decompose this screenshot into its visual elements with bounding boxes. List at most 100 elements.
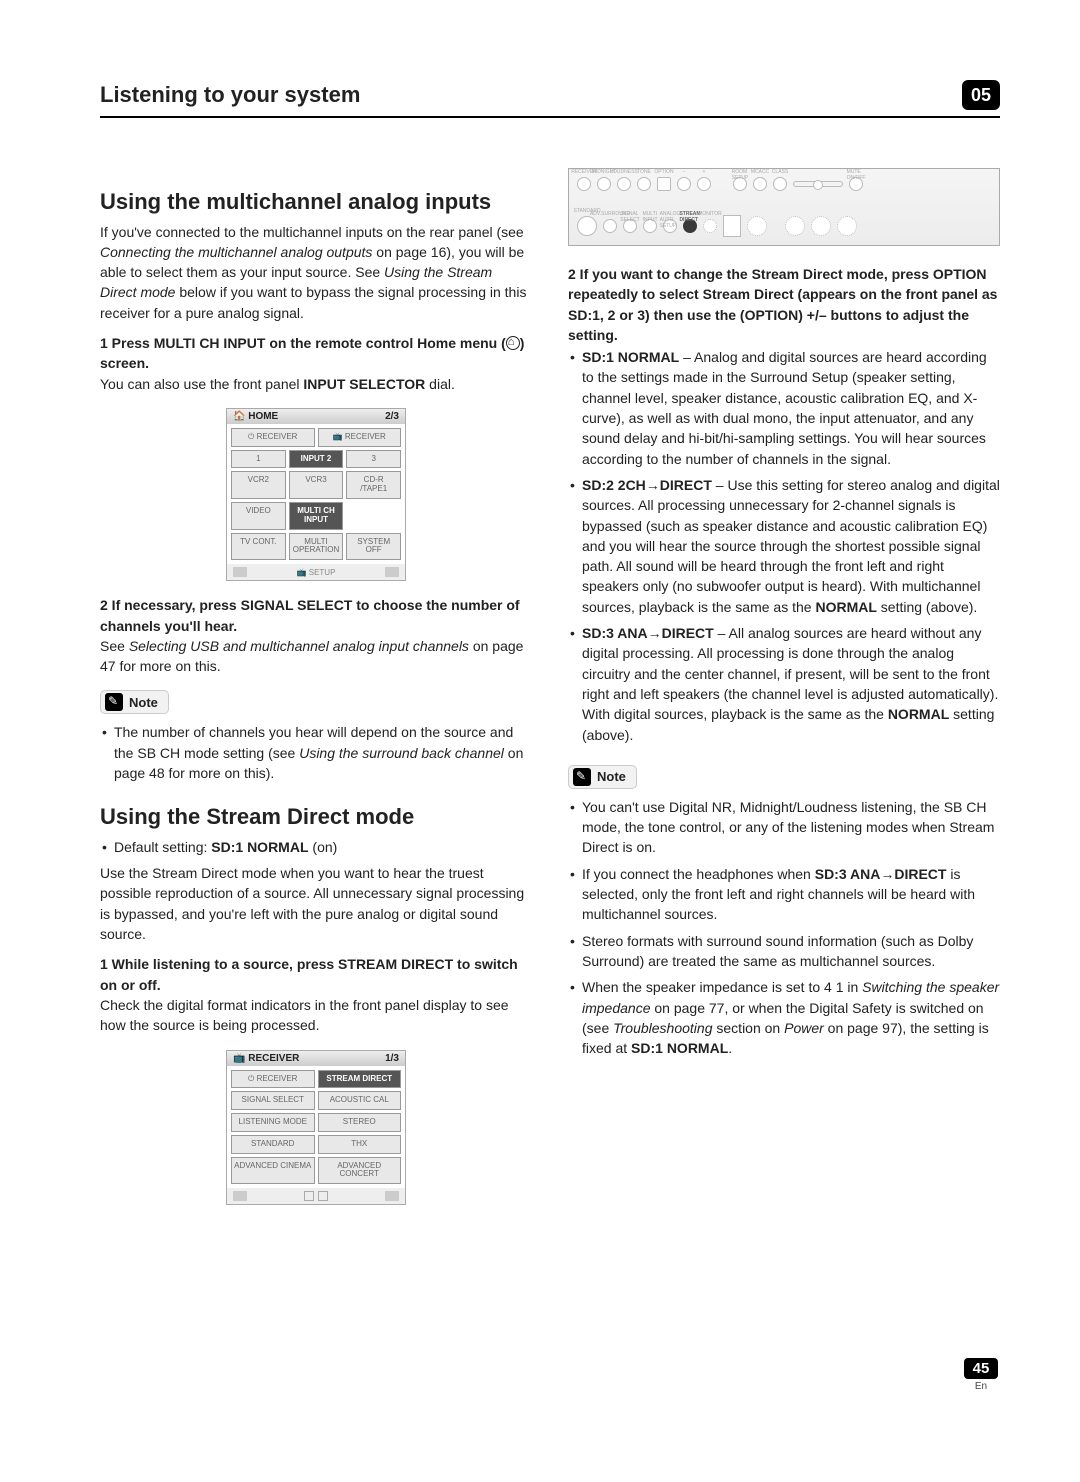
panel-button xyxy=(637,177,651,191)
text: dial. xyxy=(425,376,455,392)
chapter-header: Listening to your system 05 xyxy=(100,80,1000,110)
mode-name: SD:1 NORMAL xyxy=(631,1040,728,1056)
panel-label: LOUDNESS xyxy=(610,169,638,175)
panel-label: ANALOG AUTO SETUP xyxy=(660,211,681,229)
panel-knob xyxy=(577,216,597,236)
text: setting (above). xyxy=(877,599,977,615)
text: If you've connected to the multichannel … xyxy=(100,224,524,240)
default-setting: Default setting: SD:1 NORMAL (on) xyxy=(100,837,532,857)
cross-ref: Troubleshooting xyxy=(613,1020,712,1036)
note-list: The number of channels you hear will dep… xyxy=(100,722,532,783)
panel-button xyxy=(697,177,711,191)
figure-titlebar: 📺 RECEIVER 1/3 xyxy=(227,1051,405,1066)
panel-bottom-row: STANDARD ADV.SURROUND SIGNAL SELECT MULT… xyxy=(577,215,991,237)
panel-button xyxy=(773,177,787,191)
page-number-badge: 45 En xyxy=(964,1358,998,1392)
default-setting-list: Default setting: SD:1 NORMAL (on) xyxy=(100,837,532,857)
sd-mode-list: SD:1 NORMAL – Analog and digital sources… xyxy=(568,347,1000,745)
sd2-item: SD:2 2CH→DIRECT – Use this setting for s… xyxy=(568,475,1000,617)
panel-label: + xyxy=(703,169,706,175)
panel-jack xyxy=(785,216,805,236)
menu-cell: ⏻ RECEIVER xyxy=(231,1070,315,1089)
panel-dial-input-selector xyxy=(747,216,767,236)
menu-cell: 1 xyxy=(231,450,286,469)
menu-cell: LISTENING MODE xyxy=(231,1113,315,1132)
step-1-body: You can also use the front panel INPUT S… xyxy=(100,374,532,394)
ui-label: SD:1 NORMAL xyxy=(211,839,308,855)
step-1-heading: 1 Press MULTI CH INPUT on the remote con… xyxy=(100,333,532,374)
figure-page: 2/3 xyxy=(385,411,399,422)
page-locale: En xyxy=(964,1381,998,1392)
step-1-multichannel: 1 Press MULTI CH INPUT on the remote con… xyxy=(100,333,532,394)
panel-button xyxy=(677,177,691,191)
sd1-item: SD:1 NORMAL – Analog and digital sources… xyxy=(568,347,1000,469)
page: Listening to your system 05 Using the mu… xyxy=(0,0,1080,1482)
arrow-left-icon xyxy=(233,567,247,577)
header-rule xyxy=(100,116,1000,118)
front-panel-figure: RECEIVER MIDNIGHT LOUDNESS TONE OPTION −… xyxy=(568,168,1000,246)
mode-name: SD:1 NORMAL xyxy=(582,349,679,365)
text: . xyxy=(728,1040,732,1056)
right-column: RECEIVER MIDNIGHT LOUDNESS TONE OPTION −… xyxy=(568,168,1000,1219)
figure-title: 📺 RECEIVER xyxy=(233,1053,299,1064)
stream-direct-intro: Use the Stream Direct mode when you want… xyxy=(100,863,532,944)
chapter-title: Listening to your system xyxy=(100,82,360,108)
figure-footer: 📺 SETUP xyxy=(227,564,405,580)
text: – Use this setting for stereo analog and… xyxy=(582,477,1000,615)
step-1-stream-direct: 1 While listening to a source, press STR… xyxy=(100,954,532,1035)
note-label: Note xyxy=(129,695,158,710)
panel-label: MULTI INPUT xyxy=(643,211,658,223)
note-item: If you connect the headphones when SD:3 … xyxy=(568,864,1000,925)
menu-cell: MULTI OPERATION xyxy=(289,533,344,561)
menu-cell-multi-ch-input: MULTI CH INPUT xyxy=(289,502,344,530)
panel-label: TONE xyxy=(637,169,651,175)
menu-cell: SYSTEM OFF xyxy=(346,533,401,561)
panel-button xyxy=(603,219,617,233)
panel-label: ROOM SETUP xyxy=(732,169,749,181)
panel-label: MONITOR xyxy=(698,211,722,217)
page-number: 45 xyxy=(964,1358,998,1379)
step-2-sd-heading: 2 If you want to change the Stream Direc… xyxy=(568,264,1000,345)
text: – Analog and digital sources are heard a… xyxy=(582,349,987,466)
text: 1 Press MULTI CH INPUT on the remote con… xyxy=(100,335,506,351)
note-item: Stereo formats with surround sound infor… xyxy=(568,931,1000,972)
panel-slider xyxy=(793,181,843,187)
note-icon xyxy=(573,768,591,786)
home-menu-figure: 🏠 HOME 2/3 ⏻ RECEIVER 📺 RECEIVER 1 INPUT… xyxy=(226,408,406,581)
menu-cell: ACOUSTIC CAL xyxy=(318,1091,402,1110)
panel-button xyxy=(597,177,611,191)
note-icon xyxy=(105,693,123,711)
note-pill: Note xyxy=(568,765,637,789)
note-label: Note xyxy=(597,769,626,784)
left-column: Using the multichannel analog inputs If … xyxy=(100,168,532,1219)
note-item: The number of channels you hear will dep… xyxy=(100,722,532,783)
sd3-item: SD:3 ANA→DIRECT – All analog sources are… xyxy=(568,623,1000,745)
menu-cell: ADVANCED CONCERT xyxy=(318,1157,402,1185)
note-item: You can't use Digital NR, Midnight/Loudn… xyxy=(568,797,1000,858)
menu-cell: VCR3 xyxy=(289,471,344,499)
figure-titlebar: 🏠 HOME 2/3 xyxy=(227,409,405,424)
figure-footer xyxy=(227,1188,405,1204)
return-small-icon xyxy=(318,1191,328,1201)
cross-ref: Power xyxy=(784,1020,824,1036)
panel-label: MUTE ON/OFF xyxy=(847,169,866,181)
ui-label: INPUT SELECTOR xyxy=(303,376,425,392)
section-stream-direct-heading: Using the Stream Direct mode xyxy=(100,803,532,831)
panel-label: − xyxy=(683,169,686,175)
text: 📺 SETUP xyxy=(297,568,336,577)
figure-footer-mid xyxy=(304,1191,328,1201)
text: 1 in xyxy=(836,979,862,995)
menu-cell: STEREO xyxy=(318,1113,402,1132)
menu-cell: STANDARD xyxy=(231,1135,315,1154)
cross-ref: Using the surround back channel xyxy=(299,745,504,761)
mode-name: SD:3 ANA→DIRECT xyxy=(815,866,947,882)
figure-body: ⏻ RECEIVER 📺 RECEIVER 1 INPUT 2 3 VCR2 V… xyxy=(227,424,405,564)
arrow-right-icon xyxy=(385,567,399,577)
panel-button xyxy=(577,177,591,191)
cross-ref: Selecting USB and multichannel analog in… xyxy=(129,638,469,654)
figure-body: ⏻ RECEIVERSTREAM DIRECT SIGNAL SELECTACO… xyxy=(227,1066,405,1189)
panel-jack xyxy=(837,216,857,236)
menu-cell: SIGNAL SELECT xyxy=(231,1091,315,1110)
arrow-left-icon xyxy=(233,1191,247,1201)
menu-cell: VIDEO xyxy=(231,502,286,530)
